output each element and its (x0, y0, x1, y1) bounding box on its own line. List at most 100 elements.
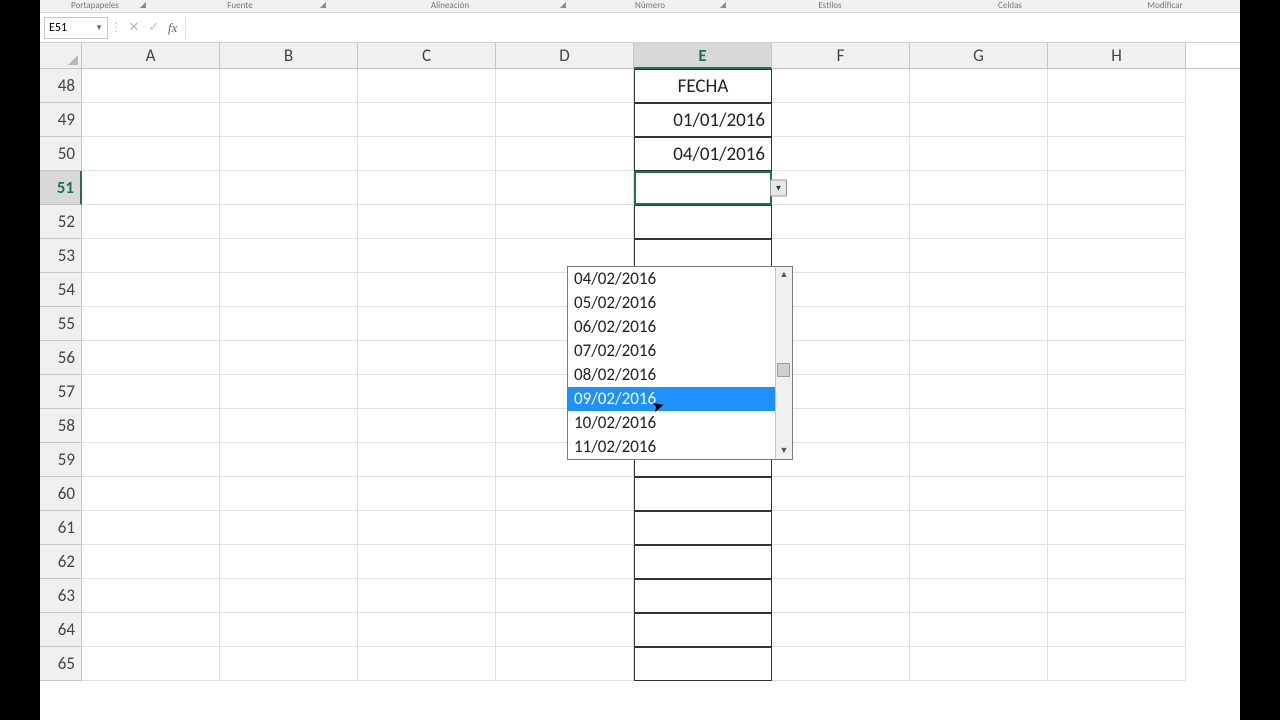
scroll-thumb[interactable] (777, 363, 790, 377)
spreadsheet-grid[interactable]: A B C D E F G H 48FECHA4901/01/20165004/… (40, 43, 1240, 681)
cell[interactable] (220, 579, 358, 613)
cell[interactable] (1048, 137, 1186, 171)
cell[interactable] (82, 443, 220, 477)
cell[interactable] (358, 375, 496, 409)
row-header[interactable]: 53 (40, 239, 82, 273)
row-header[interactable]: 63 (40, 579, 82, 613)
cell[interactable] (220, 613, 358, 647)
cell[interactable] (910, 545, 1048, 579)
cell[interactable] (1048, 307, 1186, 341)
dropdown-scrollbar[interactable]: ▲ ▼ (775, 267, 792, 459)
cell[interactable] (496, 579, 634, 613)
cell[interactable] (772, 511, 910, 545)
cell[interactable] (1048, 477, 1186, 511)
cell[interactable] (910, 239, 1048, 273)
dialog-launcher-icon[interactable]: ◢ (560, 0, 566, 10)
cell[interactable] (358, 341, 496, 375)
row-header[interactable]: 48 (40, 69, 82, 103)
cell[interactable] (1048, 239, 1186, 273)
cell[interactable] (358, 307, 496, 341)
cell[interactable] (496, 171, 634, 205)
column-header-b[interactable]: B (220, 43, 358, 68)
cell[interactable] (82, 579, 220, 613)
cell[interactable] (496, 477, 634, 511)
cell[interactable] (910, 375, 1048, 409)
cell[interactable] (910, 69, 1048, 103)
fx-icon[interactable]: fx (168, 20, 177, 36)
dialog-launcher-icon[interactable]: ◢ (720, 0, 726, 10)
cell[interactable] (772, 69, 910, 103)
dropdown-item[interactable]: 07/02/2016 (568, 339, 775, 363)
cell[interactable] (910, 273, 1048, 307)
cell[interactable] (634, 205, 772, 239)
cell[interactable] (496, 511, 634, 545)
formula-input[interactable] (185, 17, 1236, 39)
cell[interactable] (220, 443, 358, 477)
cell[interactable] (220, 409, 358, 443)
dropdown-item[interactable]: 08/02/2016 (568, 363, 775, 387)
cell[interactable] (1048, 545, 1186, 579)
cell[interactable] (1048, 103, 1186, 137)
cell[interactable] (220, 341, 358, 375)
cell[interactable] (358, 273, 496, 307)
cell[interactable] (358, 137, 496, 171)
cell[interactable] (496, 205, 634, 239)
cell[interactable] (220, 171, 358, 205)
dropdown-item[interactable]: 09/02/2016 (568, 387, 775, 411)
cell[interactable] (82, 477, 220, 511)
cell[interactable] (1048, 647, 1186, 681)
cell[interactable] (82, 511, 220, 545)
dialog-launcher-icon[interactable]: ◢ (320, 0, 326, 10)
cell[interactable] (772, 647, 910, 681)
cell[interactable] (220, 239, 358, 273)
cell[interactable] (358, 545, 496, 579)
row-header[interactable]: 56 (40, 341, 82, 375)
cell[interactable] (772, 205, 910, 239)
cell[interactable]: ▼ (634, 171, 772, 205)
cell[interactable] (82, 545, 220, 579)
cell[interactable] (1048, 205, 1186, 239)
cell[interactable] (82, 103, 220, 137)
cell[interactable] (82, 375, 220, 409)
row-header[interactable]: 60 (40, 477, 82, 511)
cell[interactable] (358, 579, 496, 613)
cell[interactable] (220, 273, 358, 307)
cell[interactable] (358, 171, 496, 205)
cell[interactable] (772, 171, 910, 205)
cell[interactable] (82, 307, 220, 341)
column-header-g[interactable]: G (910, 43, 1048, 68)
row-header[interactable]: 49 (40, 103, 82, 137)
row-header[interactable]: 51 (40, 171, 82, 205)
cell[interactable] (496, 545, 634, 579)
data-validation-dropdown[interactable]: 04/02/201605/02/201606/02/201607/02/2016… (567, 266, 793, 460)
cell[interactable] (772, 579, 910, 613)
cell[interactable] (82, 69, 220, 103)
cell[interactable] (910, 137, 1048, 171)
cell[interactable] (772, 103, 910, 137)
cell[interactable] (220, 511, 358, 545)
cell[interactable] (220, 647, 358, 681)
cell[interactable] (220, 103, 358, 137)
dropdown-item[interactable]: 05/02/2016 (568, 291, 775, 315)
cell[interactable] (910, 171, 1048, 205)
cell[interactable] (220, 69, 358, 103)
cell[interactable] (220, 307, 358, 341)
dropdown-item[interactable]: 10/02/2016 (568, 411, 775, 435)
dropdown-item[interactable]: 06/02/2016 (568, 315, 775, 339)
cell[interactable] (82, 205, 220, 239)
scroll-down-icon[interactable]: ▼ (780, 443, 789, 459)
cell[interactable] (358, 511, 496, 545)
cell[interactable] (910, 511, 1048, 545)
cell[interactable] (496, 103, 634, 137)
select-all-corner[interactable] (40, 43, 82, 68)
cell[interactable] (220, 205, 358, 239)
cell[interactable] (1048, 171, 1186, 205)
cell[interactable] (496, 647, 634, 681)
cell[interactable] (82, 613, 220, 647)
row-header[interactable]: 50 (40, 137, 82, 171)
cell[interactable] (910, 579, 1048, 613)
cell[interactable] (910, 477, 1048, 511)
cell[interactable] (910, 205, 1048, 239)
cell[interactable] (220, 545, 358, 579)
cell[interactable] (1048, 613, 1186, 647)
